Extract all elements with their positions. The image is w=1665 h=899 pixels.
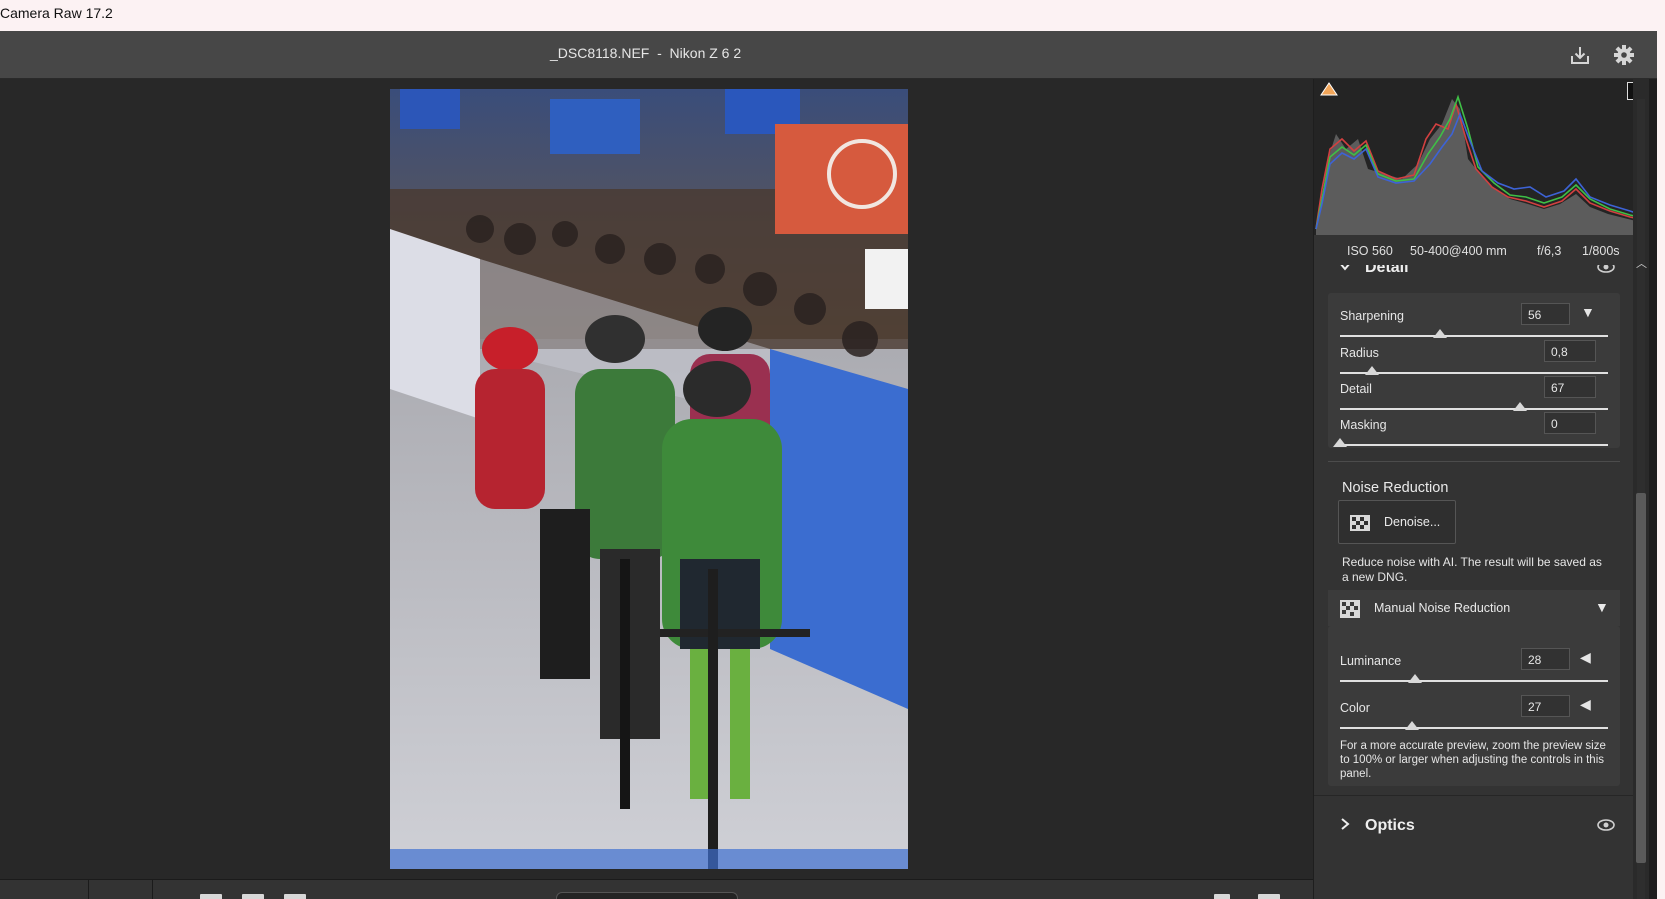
slider-track[interactable] bbox=[1340, 680, 1608, 682]
slider-thumb[interactable] bbox=[1433, 329, 1448, 338]
bottom-toolbar bbox=[0, 879, 1313, 899]
shadow-clipping-warning-icon[interactable] bbox=[1320, 82, 1338, 98]
rating-icon[interactable] bbox=[1214, 894, 1230, 899]
window-title: Camera Raw 17.2 bbox=[0, 5, 113, 21]
chevron-up-icon[interactable]: ︿ bbox=[1636, 255, 1647, 271]
slider-label: Sharpening bbox=[1340, 309, 1404, 323]
exif-iso: ISO 560 bbox=[1347, 244, 1393, 258]
slider-thumb[interactable] bbox=[1512, 402, 1527, 411]
slider-label: Detail bbox=[1340, 382, 1372, 396]
window-edge bbox=[1657, 31, 1665, 899]
detail-section-title: Detail bbox=[1365, 265, 1409, 276]
slider-thumb[interactable] bbox=[1408, 674, 1423, 683]
manual-noise-reduction-label: Manual Noise Reduction bbox=[1374, 601, 1511, 615]
sort-icon[interactable] bbox=[242, 894, 264, 899]
noise-pattern-icon bbox=[1340, 600, 1360, 621]
manual-noise-reduction-header[interactable]: Manual Noise Reduction ▼ bbox=[1328, 590, 1620, 626]
noise-reduction-title: Noise Reduction bbox=[1342, 480, 1449, 496]
manual-noise-reduction-group: Luminance 28 ◀ Color 27 ◀ For a more acc… bbox=[1328, 626, 1620, 786]
filmstrip-icon[interactable] bbox=[200, 894, 222, 899]
slider-track[interactable] bbox=[1340, 335, 1608, 337]
slider-track[interactable] bbox=[1340, 444, 1608, 446]
slider-label: Masking bbox=[1340, 418, 1387, 432]
chevron-down-icon[interactable]: ▼ bbox=[1595, 599, 1609, 615]
section-divider bbox=[1328, 461, 1620, 462]
preview-note: For a more accurate preview, zoom the pr… bbox=[1340, 740, 1606, 780]
detail-section-header[interactable]: Detail bbox=[1314, 265, 1634, 283]
sharpening-expand-icon[interactable]: ▼ bbox=[1581, 304, 1595, 320]
optics-section-title: Optics bbox=[1365, 817, 1415, 834]
exif-info: ISO 560 50-400@400 mm f/6,3 1/800s bbox=[1314, 235, 1649, 265]
compare-view-icon[interactable] bbox=[1258, 894, 1280, 899]
histogram bbox=[1314, 79, 1649, 235]
image-canvas[interactable] bbox=[0, 79, 1313, 879]
filter-icon[interactable] bbox=[284, 894, 306, 899]
window-title-bar: Camera Raw 17.2 bbox=[0, 0, 1665, 31]
slider-label: Radius bbox=[1340, 346, 1379, 360]
denoise-button-label: Denoise... bbox=[1384, 515, 1441, 529]
exif-aperture: f/6,3 bbox=[1537, 244, 1562, 258]
zoom-control[interactable] bbox=[556, 892, 738, 899]
panel-scrollbar[interactable]: ︿ bbox=[1633, 79, 1649, 899]
luminance-slider[interactable]: Luminance 28 ◀ bbox=[1328, 648, 1620, 690]
sharpening-value-input[interactable]: 56 bbox=[1521, 303, 1570, 325]
chevron-right-icon[interactable] bbox=[1338, 817, 1352, 836]
right-panel: ISO 560 50-400@400 mm f/6,3 1/800s Detai… bbox=[1313, 79, 1649, 899]
slider-thumb[interactable] bbox=[1405, 721, 1420, 730]
slider-track[interactable] bbox=[1340, 408, 1608, 410]
slider-track[interactable] bbox=[1340, 727, 1608, 729]
radius-value-input[interactable]: 0,8 bbox=[1544, 340, 1596, 362]
optics-section-header[interactable]: Optics bbox=[1314, 811, 1634, 841]
denoise-icon bbox=[1349, 514, 1371, 535]
slider-thumb[interactable] bbox=[1365, 366, 1380, 375]
scrollbar-thumb[interactable] bbox=[1636, 493, 1646, 863]
preview-photo[interactable] bbox=[390, 89, 908, 869]
masking-value-input[interactable]: 0 bbox=[1544, 412, 1596, 434]
slider-track[interactable] bbox=[1340, 372, 1608, 374]
denoise-note: Reduce noise with AI. The result will be… bbox=[1342, 555, 1602, 584]
eye-icon[interactable] bbox=[1597, 265, 1615, 278]
masking-slider[interactable]: Masking 0 bbox=[1328, 412, 1620, 454]
slider-label: Color bbox=[1340, 701, 1370, 715]
app-header: _DSC8118.NEF - Nikon Z 6 2 bbox=[0, 31, 1665, 79]
denoise-button[interactable]: Denoise... bbox=[1338, 500, 1456, 544]
section-divider bbox=[1314, 795, 1634, 796]
color-value-input[interactable]: 27 bbox=[1521, 695, 1570, 717]
color-slider[interactable]: Color 27 ◀ bbox=[1328, 695, 1620, 737]
exif-shutter: 1/800s bbox=[1582, 244, 1620, 258]
slider-label: Luminance bbox=[1340, 654, 1402, 668]
save-icon[interactable] bbox=[1566, 41, 1594, 69]
luminance-expand-icon[interactable]: ◀ bbox=[1580, 649, 1591, 666]
eye-icon[interactable] bbox=[1597, 818, 1615, 836]
detail-sliders-group: Sharpening 56 ▼ Radius 0,8 Detail 67 Mas… bbox=[1328, 293, 1620, 448]
edit-panel-scroll-area[interactable]: Detail Sharpening 56 ▼ Radius 0,8 Detail bbox=[1314, 265, 1634, 899]
chevron-down-icon[interactable] bbox=[1338, 265, 1352, 278]
luminance-value-input[interactable]: 28 bbox=[1521, 648, 1570, 670]
color-expand-icon[interactable]: ◀ bbox=[1580, 696, 1591, 713]
slider-thumb[interactable] bbox=[1333, 438, 1347, 447]
detail-value-input[interactable]: 67 bbox=[1544, 376, 1596, 398]
file-title: _DSC8118.NEF - Nikon Z 6 2 bbox=[550, 45, 742, 61]
gear-icon[interactable] bbox=[1610, 41, 1638, 69]
exif-lens: 50-400@400 mm bbox=[1410, 244, 1507, 258]
